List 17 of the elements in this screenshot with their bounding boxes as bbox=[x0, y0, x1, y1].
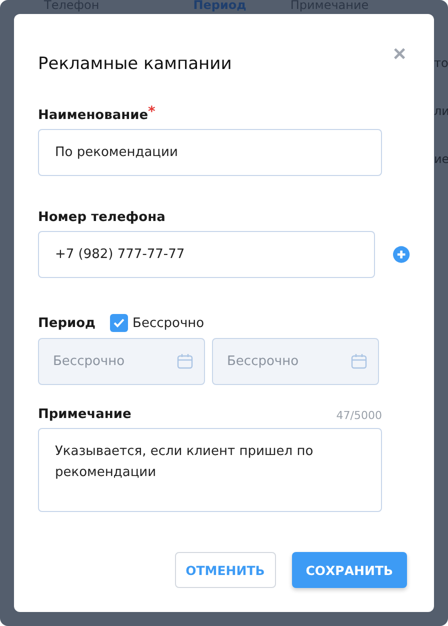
table-cell: то bbox=[434, 56, 448, 70]
field-label: Наименование bbox=[38, 108, 148, 123]
table-cell: ли bbox=[434, 104, 448, 118]
character-counter: 47/5000 bbox=[336, 409, 382, 422]
calendar-icon bbox=[351, 353, 367, 369]
phone-input[interactable]: +7 (982) 777-77-77 bbox=[38, 231, 376, 278]
checkmark-icon bbox=[112, 318, 125, 328]
checkbox-label: Бессрочно bbox=[132, 316, 204, 330]
field-label: Примечание bbox=[38, 407, 132, 422]
add-icon[interactable] bbox=[393, 246, 410, 263]
name-input[interactable]: По рекомендации bbox=[38, 129, 382, 176]
dialog-title: Рекламные кампании bbox=[38, 54, 232, 74]
calendar-icon bbox=[177, 353, 193, 369]
field-label: Номер телефона bbox=[38, 210, 166, 225]
required-marker: * bbox=[148, 104, 156, 120]
note-textarea[interactable]: Указывается, если клиент пришел по рекомендации bbox=[38, 428, 382, 512]
field-label: Период bbox=[38, 316, 96, 330]
